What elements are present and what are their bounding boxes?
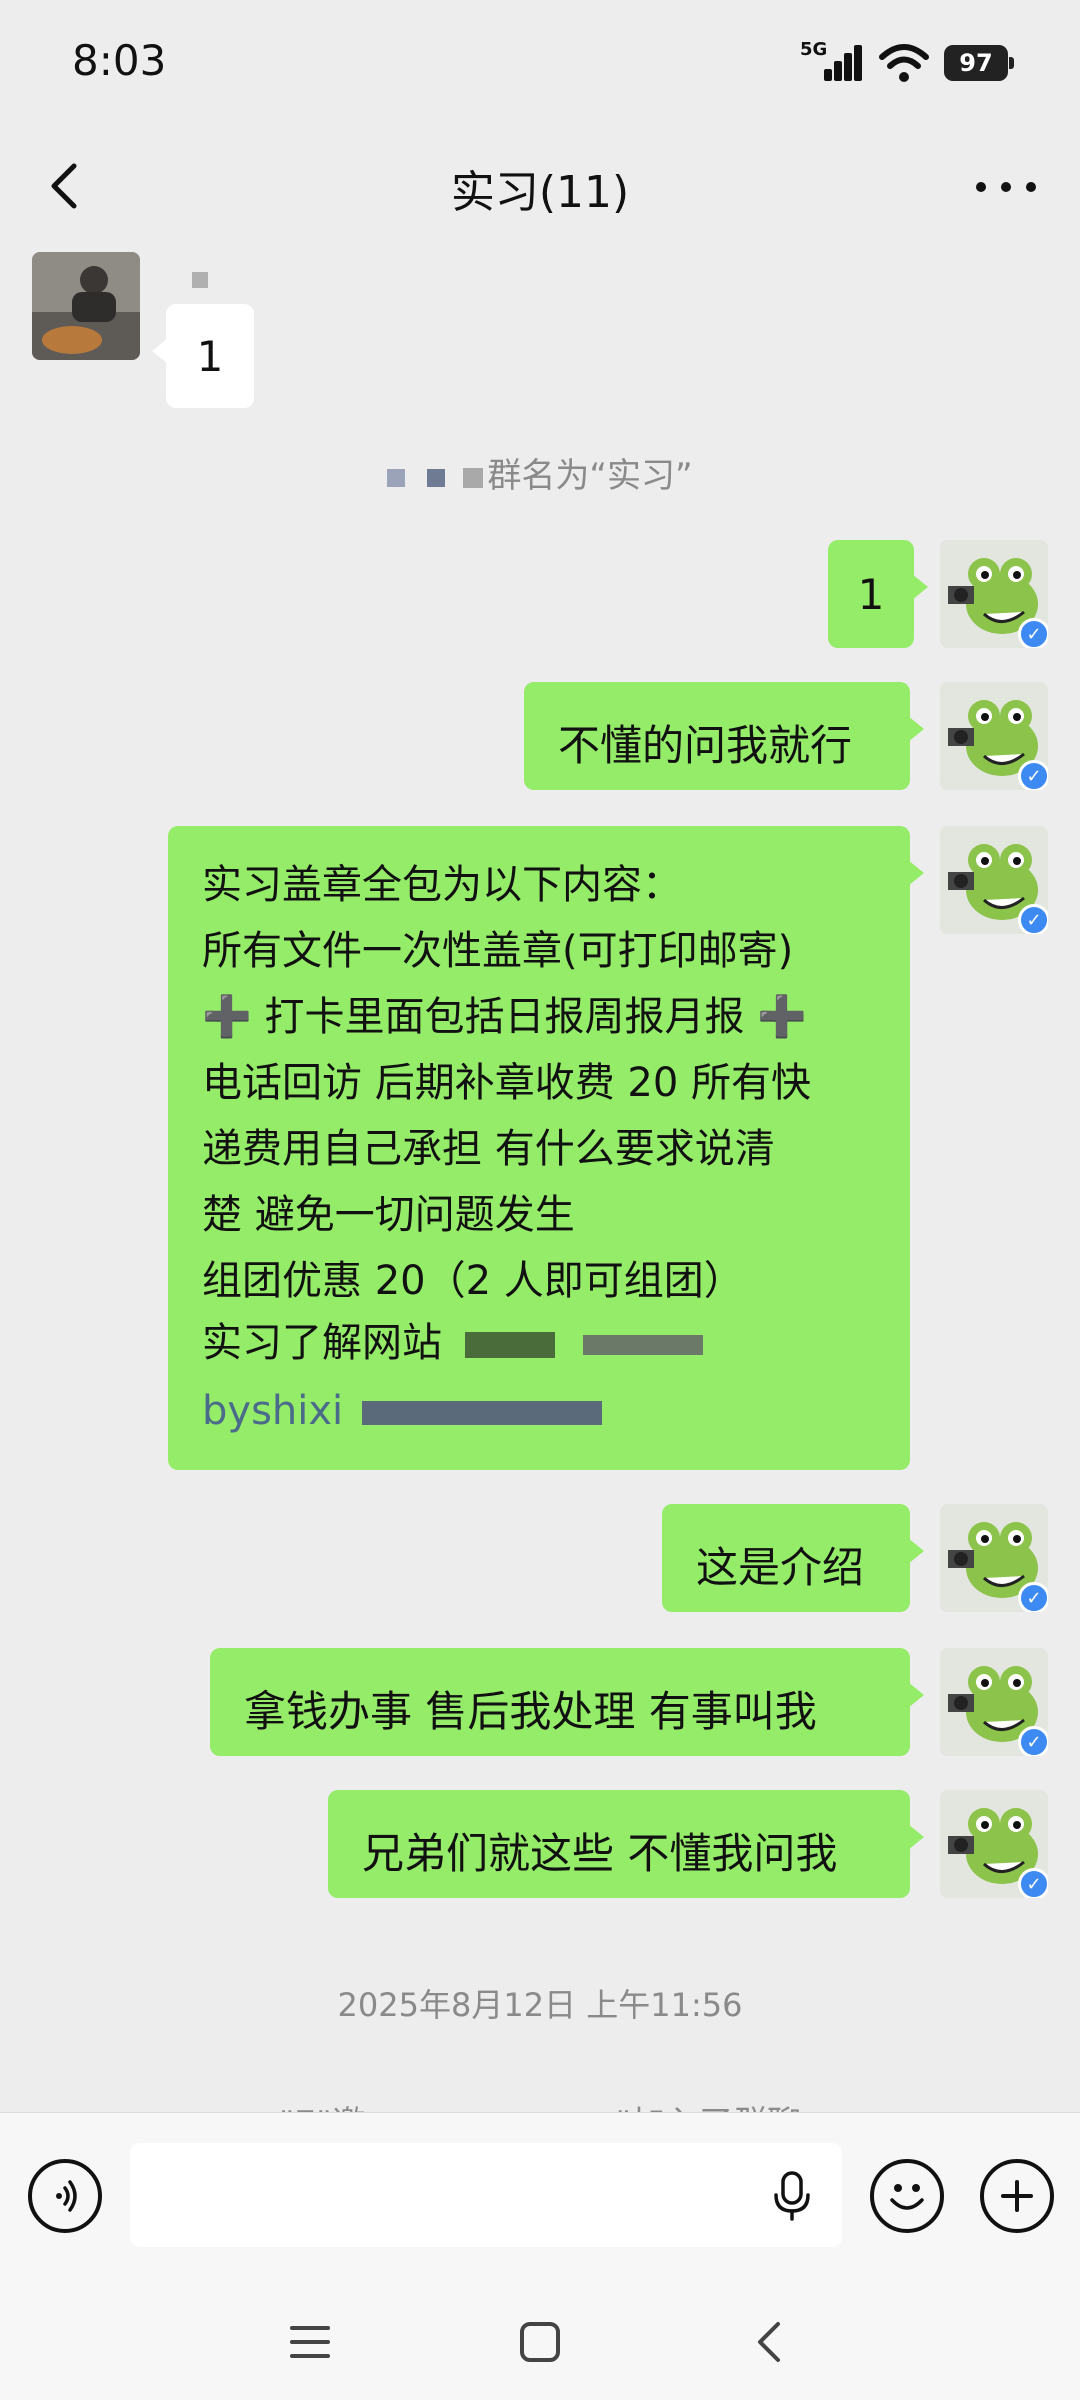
sender-name-redacted (192, 272, 208, 288)
verified-badge-icon: ✓ (1018, 760, 1048, 790)
verified-badge-icon: ✓ (1018, 618, 1048, 648)
status-time: 8:03 (72, 36, 167, 85)
message-text: 1 (196, 332, 224, 381)
message-bubble-outgoing[interactable]: 不懂的问我就行 (524, 682, 924, 790)
system-nav-bar (0, 2282, 1080, 2400)
message-input-bar (0, 2112, 1080, 2283)
message-text: 兄弟们就这些 不懂我问我 (362, 1829, 838, 1878)
wifi-icon (879, 44, 929, 82)
verified-badge-icon: ✓ (1018, 1868, 1048, 1898)
my-avatar[interactable]: ✓ (940, 1648, 1048, 1756)
sender-avatar[interactable] (32, 252, 140, 360)
status-bar: 8:03 5G 97 (0, 0, 1080, 130)
message-bubble-incoming[interactable]: 1 (152, 304, 254, 408)
status-icons: 5G 97 (800, 38, 1014, 88)
system-message-rename: 群名为“实习” (0, 448, 1080, 497)
redacted-name (387, 468, 406, 487)
message-text: 实习盖章全包为以下内容： 所有文件一次性盖章(可打印邮寄) ➕ 打卡里面包括日报… (202, 862, 812, 1304)
message-text: 1 (857, 570, 885, 619)
link-text[interactable]: byshixi (202, 1388, 343, 1434)
message-bubble-outgoing[interactable]: 拿钱办事 售后我处理 有事叫我 (210, 1648, 924, 1756)
message-bubble-outgoing[interactable]: 这是介绍 (662, 1504, 924, 1612)
emoji-icon[interactable] (870, 2159, 944, 2233)
nav-back-icon[interactable] (740, 2312, 800, 2372)
plus-icon[interactable] (980, 2159, 1054, 2233)
message-timestamp: 2025年8月12日 上午11:56 (337, 1986, 743, 2024)
system-message-join: "7"邀 "加入了群聊 (0, 2096, 1080, 2112)
signal-icon: 5G (800, 39, 864, 85)
message-bubble-outgoing[interactable]: 兄弟们就这些 不懂我问我 (328, 1790, 924, 1898)
chat-messages[interactable]: 1 群名为“实习” 1 ✓ 不懂的问我就行 ✓ 实习盖章全包为以下内容： 所有文… (0, 242, 1080, 2112)
menu-icon[interactable] (280, 2312, 340, 2372)
link-prefix: 实习了解网站 (202, 1320, 442, 1366)
system-message-prefix: "7"邀 (279, 2104, 366, 2112)
voice-icon[interactable] (28, 2159, 102, 2233)
message-text-input[interactable] (130, 2143, 842, 2247)
my-avatar[interactable]: ✓ (940, 540, 1048, 648)
message-bubble-outgoing[interactable]: 1 (828, 540, 928, 648)
verified-badge-icon: ✓ (1018, 1726, 1048, 1756)
my-avatar[interactable]: ✓ (940, 1790, 1048, 1898)
my-avatar[interactable]: ✓ (940, 826, 1048, 934)
verified-badge-icon: ✓ (1018, 1582, 1048, 1612)
more-options-icon[interactable] (976, 170, 1036, 204)
message-link-line: 实习了解网站 (202, 1310, 704, 1376)
message-link[interactable]: byshixi (202, 1378, 602, 1444)
chat-header: 实习(11) (0, 130, 1080, 242)
message-text: 不懂的问我就行 (558, 721, 853, 770)
system-message-suffix: "加入了群聊 (615, 2104, 801, 2112)
message-text: 这是介绍 (696, 1543, 865, 1592)
home-icon[interactable] (510, 2312, 570, 2372)
verified-badge-icon: ✓ (1018, 904, 1048, 934)
chat-title: 实习(11) (450, 167, 630, 218)
message-text: 拿钱办事 售后我处理 有事叫我 (244, 1687, 817, 1736)
mic-icon[interactable] (770, 2169, 814, 2223)
battery-indicator: 97 (944, 45, 1014, 81)
message-bubble-outgoing-long[interactable]: 实习盖章全包为以下内容： 所有文件一次性盖章(可打印邮寄) ➕ 打卡里面包括日报… (168, 826, 924, 1470)
my-avatar[interactable]: ✓ (940, 1504, 1048, 1612)
my-avatar[interactable]: ✓ (940, 682, 1048, 790)
system-message-text: 群名为“实习” (487, 456, 693, 496)
network-type: 5G (800, 39, 828, 60)
